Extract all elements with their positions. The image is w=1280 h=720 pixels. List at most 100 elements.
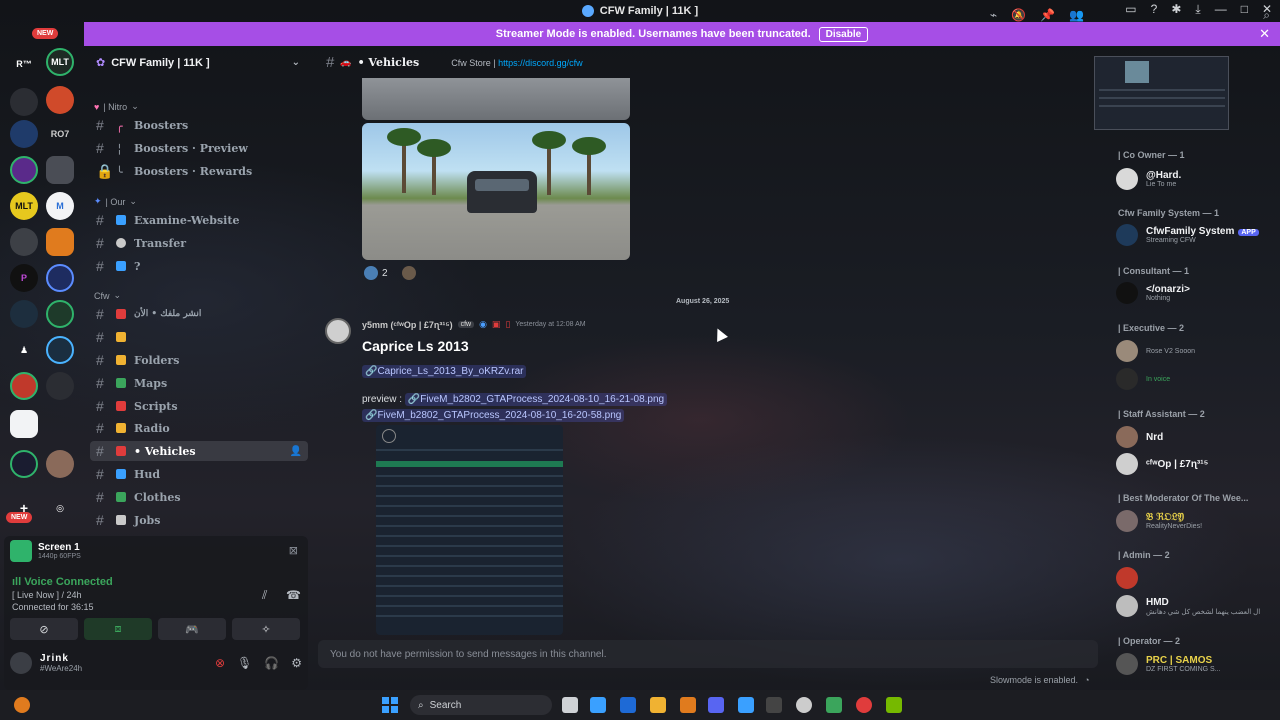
chrome-icon[interactable]: [856, 697, 872, 713]
topic-link[interactable]: https://discord.gg/cfw: [498, 58, 583, 68]
stream-off-icon[interactable]: ⊗: [215, 656, 225, 670]
member-item[interactable]: </onarzi> Nothing: [1116, 282, 1280, 304]
server-icon[interactable]: [10, 372, 38, 400]
file-link[interactable]: 🔗Caprice_Ls_2013_By_oKRZv.rar: [362, 365, 527, 378]
noise-suppression-icon[interactable]: ⫽: [262, 588, 267, 603]
channel-vehicles[interactable]: # • Vehicles 👤: [90, 441, 308, 461]
channel-maps[interactable]: # Maps: [90, 373, 308, 393]
taskbar-search[interactable]: ⌕ Search: [410, 695, 552, 715]
member-item[interactable]: CfwFamily System APP Streaming CFW: [1116, 224, 1280, 246]
channel-publish-file[interactable]: # انشر ملفك • الأن: [90, 304, 308, 324]
discord-icon[interactable]: [708, 697, 724, 713]
activity-button[interactable]: 🎮: [158, 618, 226, 640]
stream-preview[interactable]: [1094, 56, 1229, 130]
server-icon[interactable]: MLT: [10, 192, 38, 220]
gear-icon[interactable]: ⚙: [291, 656, 302, 670]
member-item[interactable]: Nrd: [1116, 426, 1280, 448]
screen-share-button[interactable]: ⧈: [84, 618, 152, 640]
banner-close-icon[interactable]: ✕: [1259, 26, 1270, 42]
server-icon[interactable]: [10, 228, 38, 256]
member-item[interactable]: 𝔅 ℜ𝔒𝔏𝔜 RealityNeverDies!: [1116, 510, 1280, 532]
app-icon[interactable]: [680, 697, 696, 713]
attachment-image[interactable]: [362, 123, 630, 260]
server-icon[interactable]: [46, 450, 74, 478]
server-icon[interactable]: [46, 372, 74, 400]
channel-jobs[interactable]: # Jobs: [90, 510, 308, 530]
voice-channel-name[interactable]: [ Live Now ] / 24h: [12, 590, 113, 600]
microphone-icon[interactable]: 🎙: [237, 656, 252, 670]
attachment-image[interactable]: [362, 78, 630, 120]
copilot-icon[interactable]: [590, 697, 606, 713]
member-item[interactable]: Rose V2 Sooon: [1116, 340, 1280, 362]
member-item[interactable]: PRC | SAMOS DZ FIRST COMING S...: [1116, 653, 1280, 675]
screen-share-row[interactable]: Screen 1 1440p 60FPS: [10, 540, 81, 562]
folder-icon[interactable]: [650, 697, 666, 713]
download-icon[interactable]: ⤓: [1195, 2, 1200, 17]
server-icon[interactable]: P: [10, 264, 38, 292]
discover-icon[interactable]: ◎: [46, 494, 74, 522]
reaction[interactable]: 2: [364, 266, 416, 280]
author-name[interactable]: y5mm (ᶜᶠʷOp | £7ɳ³¹⁵): [362, 320, 453, 330]
server-icon[interactable]: M: [46, 192, 74, 220]
channel-boosters[interactable]: # ╭ Boosters: [90, 115, 308, 135]
members-icon[interactable]: 👥: [1069, 8, 1084, 22]
channel-question[interactable]: # ?: [90, 256, 308, 276]
server-icon[interactable]: [46, 264, 74, 292]
server-icon[interactable]: MLT: [46, 48, 74, 76]
app-icon[interactable]: [766, 697, 782, 713]
channel-radio[interactable]: # Radio: [90, 418, 308, 438]
preview-link[interactable]: 🔗FiveM_b2802_GTAProcess_2024-08-10_16-21…: [404, 393, 668, 406]
server-icon[interactable]: [46, 156, 74, 184]
server-icon[interactable]: [46, 300, 74, 328]
member-item[interactable]: @Hard. Lie To me: [1116, 168, 1280, 190]
channel-clothes[interactable]: # Clothes: [90, 487, 308, 507]
channel-boosters-preview[interactable]: # ╎ Boosters · Preview: [90, 138, 308, 158]
headphones-icon[interactable]: 🎧: [264, 656, 279, 670]
server-icon[interactable]: [10, 120, 38, 148]
channel-scripts[interactable]: # Scripts: [90, 396, 308, 416]
channel-boosters-rewards[interactable]: 🔒 ╰ Boosters · Rewards: [90, 161, 308, 181]
avatar[interactable]: [10, 652, 32, 674]
minimize-icon[interactable]: —: [1215, 2, 1227, 17]
server-icon[interactable]: RO7: [46, 120, 74, 148]
member-item[interactable]: ᶜᶠʷOp | £7ɳ³¹⁵: [1116, 453, 1280, 475]
disable-button[interactable]: Disable: [818, 26, 869, 42]
search-icon[interactable]: ⌕: [1263, 8, 1270, 23]
soundboard-button[interactable]: ✧: [232, 618, 300, 640]
threads-icon[interactable]: ⌁: [990, 8, 997, 22]
channel-transfer[interactable]: # Transfer: [90, 233, 308, 253]
channel-folder-empty[interactable]: #: [90, 327, 308, 347]
server-icon[interactable]: [10, 156, 38, 184]
server-icon[interactable]: [46, 86, 74, 114]
store-icon[interactable]: [620, 697, 636, 713]
channel-hud[interactable]: # Hud: [90, 464, 308, 484]
avatar[interactable]: [325, 318, 351, 344]
server-icon[interactable]: [10, 410, 38, 438]
server-icon[interactable]: [10, 300, 38, 328]
server-header[interactable]: ✿ CFW Family | 11K ] ⌄: [84, 46, 312, 79]
stop-stream-icon[interactable]: ⊠: [289, 544, 298, 557]
channel-examine-website[interactable]: # Examine-Website: [90, 210, 308, 230]
server-icon[interactable]: [10, 450, 38, 478]
server-icon[interactable]: ♟: [10, 336, 38, 364]
category-our[interactable]: ✦ | Our ⌄: [94, 196, 137, 207]
task-view-icon[interactable]: [562, 697, 578, 713]
server-icon[interactable]: [46, 410, 74, 438]
category-nitro[interactable]: ♥ | Nitro ⌄: [94, 101, 139, 112]
app-icon[interactable]: [738, 697, 754, 713]
server-icon[interactable]: R™: [10, 50, 38, 78]
server-icon[interactable]: [10, 88, 38, 116]
windows-start-icon[interactable]: [382, 697, 398, 713]
preview-link[interactable]: 🔗FiveM_b2802_GTAProcess_2024-08-10_16-20…: [362, 409, 625, 422]
camera-off-button[interactable]: ⊘: [10, 618, 78, 640]
notifications-icon[interactable]: 🔕: [1011, 8, 1026, 22]
pin-icon[interactable]: 📌: [1040, 8, 1055, 22]
inbox-icon[interactable]: ▭: [1125, 2, 1136, 17]
server-icon[interactable]: [46, 228, 74, 256]
maximize-icon[interactable]: □: [1241, 2, 1248, 17]
app-icon[interactable]: [826, 697, 842, 713]
category-cfw[interactable]: Cfw ⌄: [94, 290, 121, 301]
member-item[interactable]: [1116, 567, 1280, 589]
help-icon[interactable]: ?: [1151, 2, 1158, 17]
settings-icon[interactable]: [796, 697, 812, 713]
